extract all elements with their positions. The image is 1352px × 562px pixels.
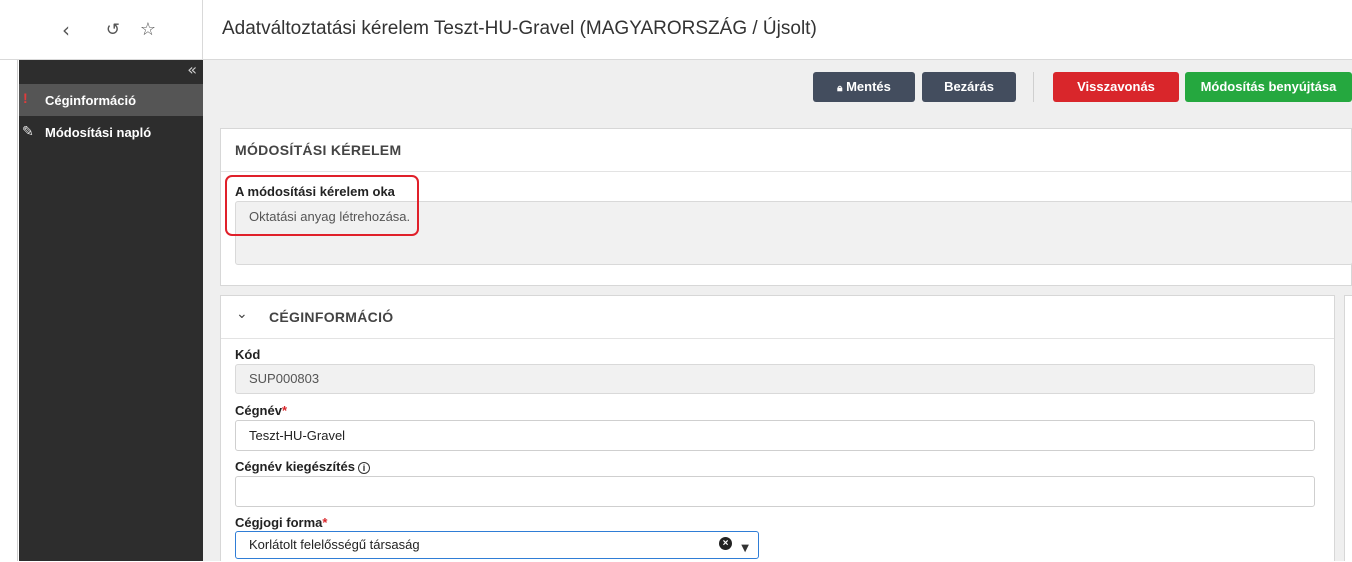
- nav-icon-group: ‹ ↺ ☆: [0, 0, 203, 60]
- company-name-label-text: Cégnév: [235, 403, 282, 418]
- revoke-button[interactable]: Visszavonás: [1053, 72, 1179, 102]
- sidebar-item-label: Módosítási napló: [45, 125, 152, 140]
- legal-form-label-text: Cégjogi forma: [235, 515, 323, 530]
- company-info-panel: ⌄ CÉGINFORMÁCIÓ Kód SUP000803 Cégnév* Te…: [220, 295, 1335, 561]
- company-name-input[interactable]: Teszt-HU-Gravel: [235, 420, 1315, 451]
- clear-selection-icon[interactable]: ×: [719, 537, 732, 550]
- highlight-annotation: [225, 175, 419, 236]
- sidebar-item-modositasi-naplo[interactable]: ✎ Módosítási napló: [19, 118, 203, 150]
- company-name-suffix-input[interactable]: [235, 476, 1315, 507]
- legal-form-label: Cégjogi forma*: [235, 515, 327, 530]
- sidebar: « ! Céginformáció ✎ Módosítási napló: [19, 60, 203, 561]
- close-button[interactable]: Bezárás: [922, 72, 1016, 102]
- info-icon[interactable]: i: [357, 462, 370, 474]
- submit-modification-button[interactable]: Módosítás benyújtása: [1185, 72, 1352, 102]
- required-mark: *: [281, 403, 288, 418]
- lock-icon: 🔒︎: [837, 83, 843, 94]
- save-button-label: Mentés: [846, 79, 891, 94]
- save-button[interactable]: 🔒︎ Mentés: [813, 72, 915, 102]
- history-icon[interactable]: ↺: [101, 18, 125, 42]
- sidebar-item-label: Céginformáció: [45, 93, 137, 108]
- code-label: Kód: [235, 347, 261, 362]
- collapse-sidebar-icon[interactable]: «: [187, 60, 197, 79]
- toolbar-divider: [1033, 72, 1034, 102]
- section-title: MÓDOSÍTÁSI KÉRELEM: [235, 142, 402, 158]
- top-bar: ‹ ↺ ☆ Adatváltoztatási kérelem Teszt-HU-…: [0, 0, 1352, 60]
- company-name-label: Cégnév*: [235, 403, 287, 418]
- side-panel-edge: [1344, 295, 1352, 561]
- main-content: 🔒︎ Mentés Bezárás Visszavonás Módosítás …: [203, 60, 1352, 561]
- sidebar-item-ceginformacio[interactable]: ! Céginformáció: [19, 84, 203, 116]
- modification-request-panel: MÓDOSÍTÁSI KÉRELEM A módosítási kérelem …: [220, 128, 1352, 286]
- back-icon[interactable]: ‹: [54, 18, 78, 42]
- chevron-down-icon[interactable]: ⌄: [236, 306, 248, 322]
- window-edge: [0, 0, 18, 561]
- divider: [221, 338, 1334, 339]
- warning-marker-icon: !: [23, 90, 28, 106]
- company-name-suffix-label-text: Cégnév kiegészítés: [235, 459, 355, 474]
- divider: [221, 171, 1351, 172]
- company-name-suffix-label: Cégnév kiegészítés i: [235, 459, 370, 474]
- edit-icon: ✎: [22, 124, 34, 140]
- legal-form-select[interactable]: Korlátolt felelősségű társaság × ▼: [235, 531, 759, 559]
- caret-down-icon[interactable]: ▼: [741, 536, 749, 562]
- section-title: CÉGINFORMÁCIÓ: [269, 309, 394, 325]
- star-icon[interactable]: ☆: [136, 18, 160, 42]
- page-title: Adatváltoztatási kérelem Teszt-HU-Gravel…: [222, 18, 817, 39]
- code-field: SUP000803: [235, 364, 1315, 394]
- required-mark: *: [322, 515, 328, 530]
- legal-form-selected-value: Korlátolt felelősségű társaság: [249, 537, 420, 552]
